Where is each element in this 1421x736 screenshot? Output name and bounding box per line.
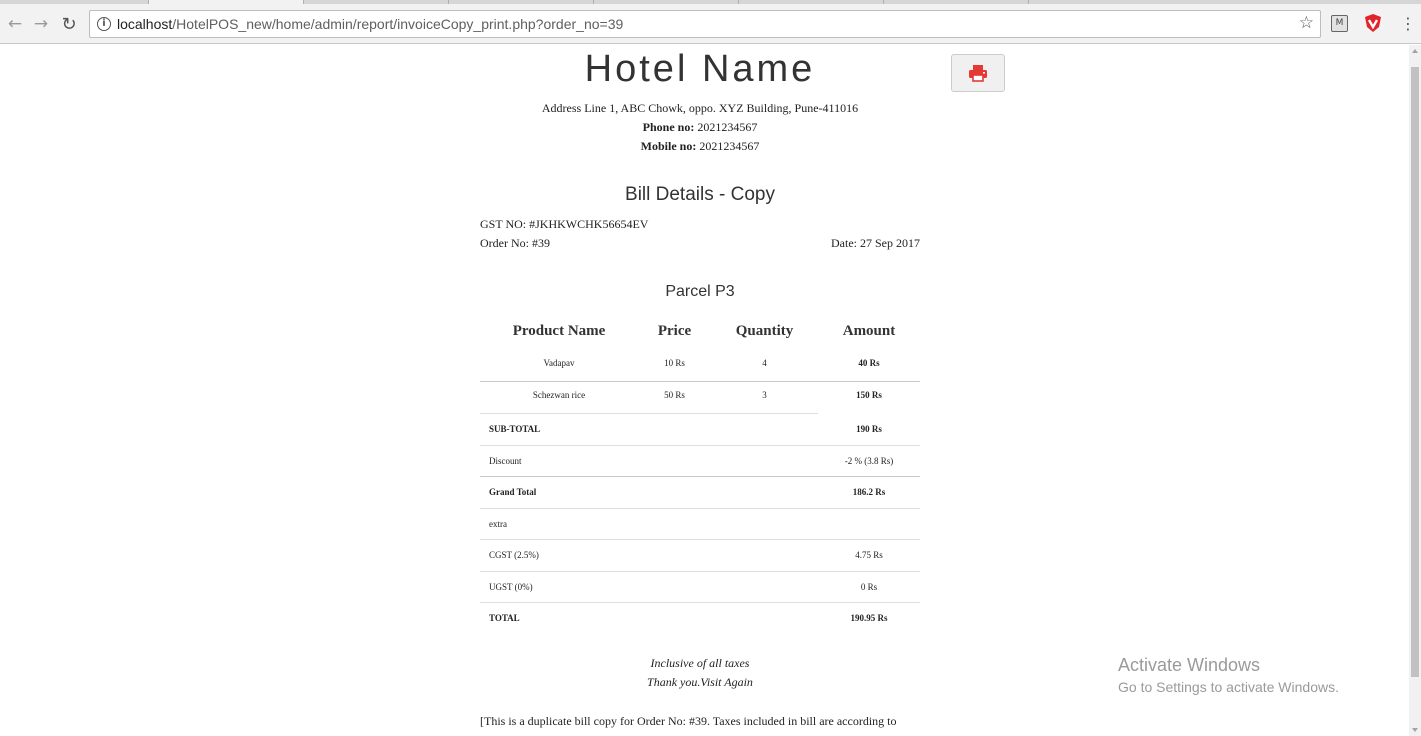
- thank-you-note: Thank you.Visit Again: [647, 675, 753, 689]
- inclusive-taxes-note: Inclusive of all taxes: [650, 656, 750, 670]
- bookmark-star-icon[interactable]: ☆: [1299, 13, 1314, 33]
- scroll-up-arrow-icon[interactable]: [1412, 49, 1418, 53]
- summary-row: UGST (0%) 0 Rs: [489, 582, 878, 592]
- item-qty: 3: [762, 390, 767, 400]
- bill-date: Date: 27 Sep 2017: [831, 236, 920, 250]
- hotel-phone: Phone no: 2021234567: [642, 120, 758, 134]
- summary-row: SUB-TOTAL 190 Rs: [489, 424, 882, 434]
- forward-icon[interactable]: →: [29, 12, 53, 36]
- table-row: Schezwan rice 50 Rs 3 150 Rs: [480, 379, 920, 411]
- table-title: Parcel P3: [665, 283, 735, 300]
- scroll-thumb[interactable]: [1411, 67, 1419, 677]
- bill-title: Bill Details - Copy: [625, 184, 775, 205]
- order-meta: Order No: #39 Date: 27 Sep 2017: [480, 236, 920, 251]
- browser-toolbar: ← → ↻ i localhost/HotelPOS_new/home/admi…: [0, 4, 1421, 44]
- summary-row: Grand Total 186.2 Rs: [489, 487, 886, 497]
- extension-icon[interactable]: M: [1331, 15, 1348, 32]
- item-price: 50 Rs: [664, 390, 685, 400]
- hotel-mobile: Mobile no: 2021234567: [640, 139, 760, 153]
- item-qty: 4: [762, 358, 767, 368]
- col-amount: Amount: [842, 322, 896, 339]
- hotel-address: Address Line 1, ABC Chowk, oppo. XYZ Bui…: [541, 101, 859, 115]
- item-amount: 150 Rs: [856, 390, 882, 400]
- hotel-name: Hotel Name: [584, 48, 816, 90]
- duplicate-note: [This is a duplicate bill copy for Order…: [480, 714, 897, 728]
- address-bar[interactable]: i localhost/HotelPOS_new/home/admin/repo…: [89, 10, 1321, 38]
- divider: [480, 381, 920, 382]
- summary-row: TOTAL 190.95 Rs: [489, 613, 888, 623]
- reload-icon[interactable]: ↻: [57, 12, 81, 36]
- order-number: Order No: #39: [480, 236, 550, 250]
- col-product-name: Product Name: [512, 322, 606, 339]
- vertical-scrollbar[interactable]: [1409, 45, 1421, 736]
- windows-activation-watermark: Activate Windows Go to Settings to activ…: [1118, 655, 1339, 695]
- gst-number: GST NO: #JKHKWCHK56654EV: [480, 217, 649, 231]
- menu-kebab-icon[interactable]: ⋮: [1398, 13, 1418, 35]
- item-name: Schezwan rice: [532, 390, 586, 400]
- table-row: Vadapav 10 Rs 4 40 Rs: [480, 347, 920, 379]
- table-header: Product Name Price Quantity Amount: [480, 315, 920, 347]
- item-name: Vadapav: [543, 358, 575, 368]
- summary-row: extra: [489, 519, 507, 529]
- bill-table: Product Name Price Quantity Amount Vadap…: [480, 315, 920, 411]
- col-quantity: Quantity: [735, 322, 794, 339]
- info-icon[interactable]: i: [97, 17, 111, 31]
- page-content: Hotel Name Address Line 1, ABC Chowk, op…: [0, 45, 1409, 736]
- printer-icon: [969, 65, 987, 82]
- item-price: 10 Rs: [664, 358, 685, 368]
- shield-extension-icon[interactable]: [1363, 13, 1383, 33]
- summary-row: Discount -2 % (3.8 Rs): [489, 456, 894, 466]
- summary-row: CGST (2.5%) 4.75 Rs: [489, 550, 883, 560]
- back-icon[interactable]: ←: [3, 12, 27, 36]
- url-text[interactable]: localhost/HotelPOS_new/home/admin/report…: [117, 16, 623, 32]
- col-price: Price: [657, 322, 692, 339]
- item-amount: 40 Rs: [858, 358, 880, 368]
- print-button[interactable]: [951, 54, 1005, 92]
- scroll-down-arrow-icon[interactable]: [1412, 728, 1418, 732]
